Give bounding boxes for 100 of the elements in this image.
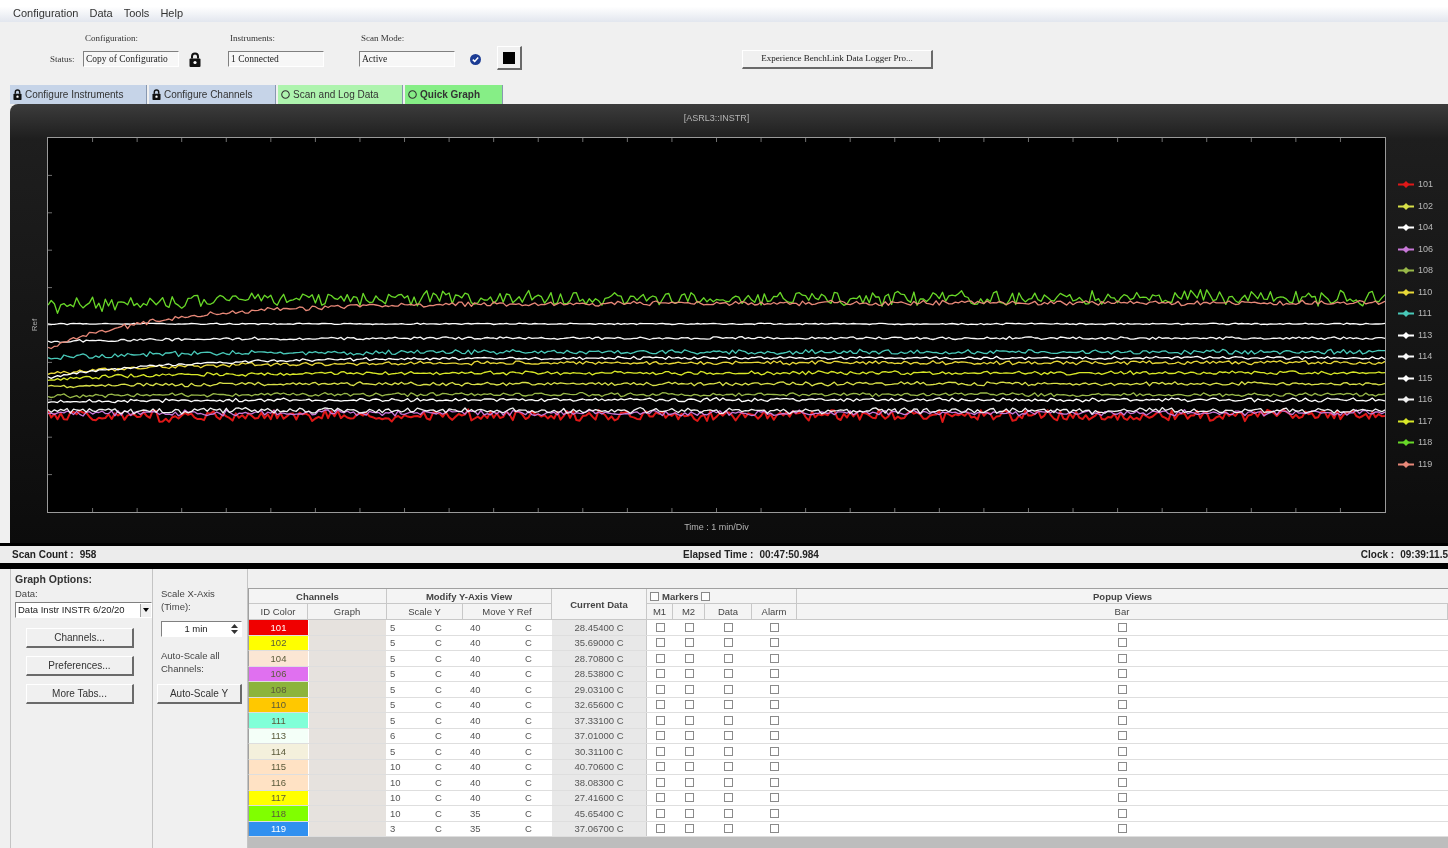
graph-cell[interactable] xyxy=(308,713,387,728)
m2-checkbox[interactable] xyxy=(684,638,694,648)
bar-checkbox[interactable] xyxy=(1118,824,1127,834)
alarm-checkbox[interactable] xyxy=(770,762,779,772)
graph-cell[interactable] xyxy=(308,682,387,697)
m2-checkbox[interactable] xyxy=(684,762,694,772)
menu-item[interactable]: Configuration xyxy=(13,7,79,20)
m1-checkbox[interactable] xyxy=(655,669,665,679)
bar-checkbox[interactable] xyxy=(1118,653,1127,663)
alarm-checkbox[interactable] xyxy=(770,684,779,694)
data-checkbox[interactable] xyxy=(724,715,733,725)
options-button[interactable]: More Tabs... xyxy=(26,684,134,704)
m2-checkbox[interactable] xyxy=(684,777,694,787)
alarm-checkbox[interactable] xyxy=(770,638,779,648)
bar-checkbox[interactable] xyxy=(1118,762,1127,772)
auto-scale-button[interactable]: Auto-Scale Y xyxy=(157,684,242,704)
bar-checkbox[interactable] xyxy=(1118,793,1127,803)
graph-cell[interactable] xyxy=(308,620,387,635)
options-button[interactable]: Preferences... xyxy=(26,656,134,676)
bar-checkbox[interactable] xyxy=(1118,731,1127,741)
data-checkbox[interactable] xyxy=(724,793,733,803)
m1-checkbox[interactable] xyxy=(655,777,665,787)
markers-checkbox[interactable] xyxy=(650,591,659,601)
bar-checkbox[interactable] xyxy=(1118,808,1127,818)
m2-checkbox[interactable] xyxy=(684,731,694,741)
menu-item[interactable]: Help xyxy=(160,7,183,20)
m1-checkbox[interactable] xyxy=(655,622,665,632)
m1-checkbox[interactable] xyxy=(655,684,665,694)
menu-item[interactable]: Tools xyxy=(123,7,150,20)
alarm-checkbox[interactable] xyxy=(770,715,779,725)
move-y-ref-unit: C xyxy=(525,745,532,757)
alarm-checkbox[interactable] xyxy=(770,653,779,663)
bar-checkbox[interactable] xyxy=(1118,715,1127,725)
bar-checkbox[interactable] xyxy=(1118,700,1127,710)
data-select[interactable]: Data Instr INSTR 6/20/20 xyxy=(15,602,152,618)
m1-checkbox[interactable] xyxy=(655,793,665,803)
m2-checkbox[interactable] xyxy=(684,622,694,632)
m2-checkbox[interactable] xyxy=(684,653,694,663)
bar-checkbox[interactable] xyxy=(1118,622,1127,632)
tab[interactable]: Configure Instruments xyxy=(10,85,147,104)
data-checkbox[interactable] xyxy=(724,777,733,787)
graph-cell[interactable] xyxy=(308,775,387,790)
markers-checkbox[interactable] xyxy=(701,591,711,601)
alarm-checkbox[interactable] xyxy=(770,824,779,834)
m1-checkbox[interactable] xyxy=(655,715,665,725)
m2-checkbox[interactable] xyxy=(684,669,694,679)
m1-checkbox[interactable] xyxy=(655,638,665,648)
data-checkbox[interactable] xyxy=(724,731,733,741)
menu-item[interactable]: Data xyxy=(89,7,113,20)
alarm-checkbox[interactable] xyxy=(770,777,779,787)
tab[interactable]: Scan and Log Data xyxy=(278,85,403,104)
data-checkbox[interactable] xyxy=(724,808,733,818)
tab[interactable]: Configure Channels xyxy=(149,85,276,104)
m2-checkbox[interactable] xyxy=(684,793,694,803)
m2-checkbox[interactable] xyxy=(684,715,694,725)
alarm-checkbox[interactable] xyxy=(770,808,779,818)
alarm-checkbox[interactable] xyxy=(770,793,779,803)
data-checkbox[interactable] xyxy=(724,824,733,834)
data-checkbox[interactable] xyxy=(724,684,733,694)
m1-checkbox[interactable] xyxy=(655,700,665,710)
graph-cell[interactable] xyxy=(308,744,387,759)
m1-checkbox[interactable] xyxy=(655,808,665,818)
m2-checkbox[interactable] xyxy=(684,700,694,710)
configuration-field[interactable]: Copy of Configuratio xyxy=(83,51,179,67)
m2-checkbox[interactable] xyxy=(684,746,694,756)
m2-checkbox[interactable] xyxy=(684,808,694,818)
graph-cell[interactable] xyxy=(308,806,387,821)
promo-button[interactable]: Experience BenchLink Data Logger Pro... xyxy=(742,50,933,69)
bar-checkbox[interactable] xyxy=(1118,669,1127,679)
data-checkbox[interactable] xyxy=(724,700,733,710)
graph-cell[interactable] xyxy=(308,651,387,666)
m1-checkbox[interactable] xyxy=(655,731,665,741)
m2-checkbox[interactable] xyxy=(684,824,694,834)
scale-x-spinbox[interactable]: 1 min xyxy=(161,621,242,637)
data-checkbox[interactable] xyxy=(724,653,733,663)
bar-checkbox[interactable] xyxy=(1118,684,1127,694)
bar-checkbox[interactable] xyxy=(1118,777,1127,787)
alarm-checkbox[interactable] xyxy=(770,746,779,756)
data-checkbox[interactable] xyxy=(724,622,733,632)
alarm-checkbox[interactable] xyxy=(770,731,779,741)
alarm-checkbox[interactable] xyxy=(770,669,779,679)
scan-mode-field[interactable]: Active xyxy=(359,51,455,67)
data-checkbox[interactable] xyxy=(724,638,733,648)
m2-checkbox[interactable] xyxy=(684,684,694,694)
alarm-checkbox[interactable] xyxy=(770,622,779,632)
bar-checkbox[interactable] xyxy=(1118,638,1127,648)
elapsed-time-label: Elapsed Time : xyxy=(683,548,754,562)
m1-checkbox[interactable] xyxy=(655,653,665,663)
data-checkbox[interactable] xyxy=(724,746,733,756)
data-checkbox[interactable] xyxy=(724,669,733,679)
bar-checkbox[interactable] xyxy=(1118,746,1127,756)
instruments-field[interactable]: 1 Connected xyxy=(228,51,324,67)
tab[interactable]: Quick Graph xyxy=(405,85,503,104)
stop-button[interactable] xyxy=(497,46,522,70)
m1-checkbox[interactable] xyxy=(655,762,665,772)
m1-checkbox[interactable] xyxy=(655,824,665,834)
m1-checkbox[interactable] xyxy=(655,746,665,756)
options-button[interactable]: Channels... xyxy=(26,628,134,648)
data-checkbox[interactable] xyxy=(724,762,733,772)
alarm-checkbox[interactable] xyxy=(770,700,779,710)
